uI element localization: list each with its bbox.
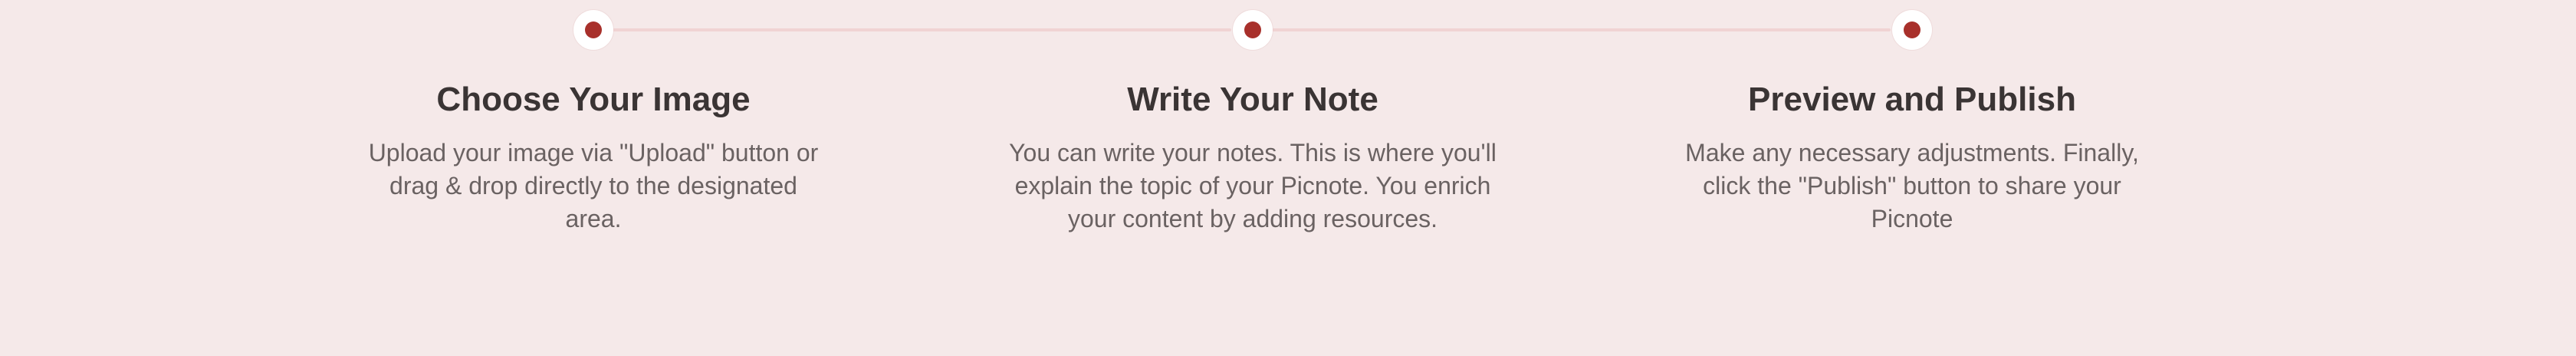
step-1-title: Choose Your Image bbox=[436, 81, 751, 118]
step-1-description-line-2: drag & drop directly to the designated bbox=[389, 172, 797, 199]
step-1-dot-icon bbox=[585, 21, 602, 38]
step-3-description-line-3: Picnote bbox=[1871, 205, 1953, 232]
step-1-marker bbox=[573, 10, 613, 50]
process-steps: Choose Your Image Upload your image via … bbox=[0, 0, 2576, 356]
step-2-description-line-1: You can write your notes. This is where … bbox=[1009, 139, 1497, 166]
step-1-description: Upload your image via "Upload" button or… bbox=[348, 137, 839, 236]
step-3-marker bbox=[1892, 10, 1932, 50]
step-2-description: You can write your notes. This is where … bbox=[1007, 137, 1498, 236]
step-2-dot-icon bbox=[1244, 21, 1261, 38]
step-3-title: Preview and Publish bbox=[1748, 81, 2076, 118]
step-2-title: Write Your Note bbox=[1127, 81, 1378, 118]
step-3-description-line-1: Make any necessary adjustments. Finally, bbox=[1685, 139, 2139, 166]
step-2-marker bbox=[1233, 10, 1273, 50]
step-3-description: Make any necessary adjustments. Finally,… bbox=[1667, 137, 2157, 236]
step-3-description-line-2: click the "Publish" button to share your bbox=[1703, 172, 2121, 199]
step-1-description-line-3: area. bbox=[565, 205, 622, 232]
step-3-dot-icon bbox=[1904, 21, 1921, 38]
step-connector-1-2 bbox=[612, 28, 1231, 31]
step-connector-2-3 bbox=[1271, 28, 1891, 31]
step-2-description-line-2: explain the topic of your Picnote. You e… bbox=[1014, 172, 1491, 199]
step-2-description-line-3: your content by adding resources. bbox=[1067, 205, 1438, 232]
step-1-description-line-1: Upload your image via "Upload" button or bbox=[368, 139, 819, 166]
